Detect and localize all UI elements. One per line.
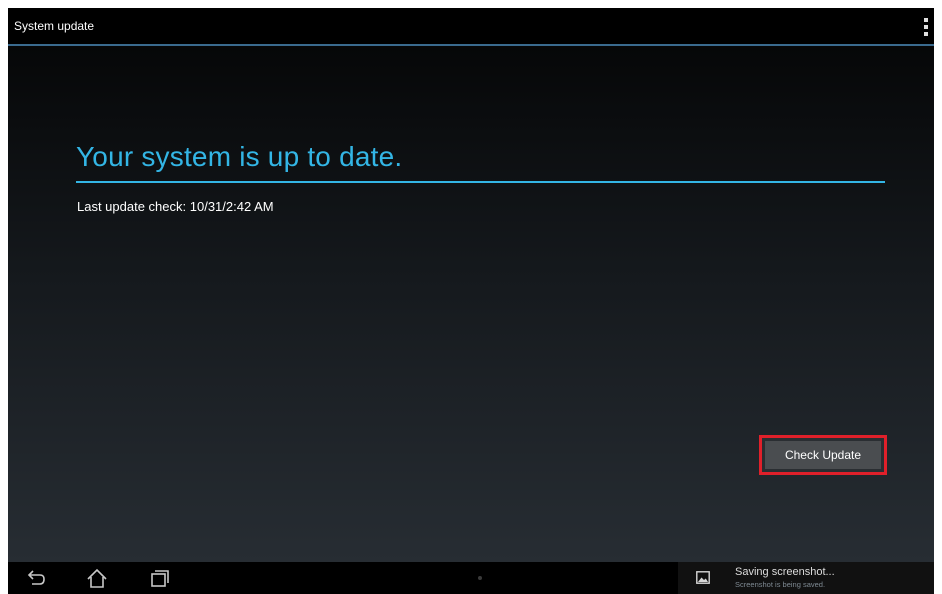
overflow-menu-icon[interactable] (922, 18, 930, 36)
overflow-dot (924, 32, 928, 36)
last-update-check: Last update check: 10/31/2:42 AM (77, 199, 274, 214)
update-content: Your system is up to date. Last update c… (8, 46, 934, 562)
notification-title: Saving screenshot... (735, 566, 835, 578)
screenshot-notification[interactable]: Saving screenshot... Screenshot is being… (678, 562, 934, 594)
system-navigation-bar: Saving screenshot... Screenshot is being… (8, 562, 934, 594)
home-icon[interactable] (84, 567, 110, 589)
check-update-button[interactable]: Check Update (765, 441, 881, 469)
back-icon[interactable] (22, 567, 48, 589)
device-screen: System update Your system is up to date.… (8, 8, 934, 594)
recent-apps-icon[interactable] (146, 567, 172, 589)
headline-divider (76, 181, 885, 183)
image-icon (696, 571, 710, 584)
action-bar-title: System update (14, 19, 95, 33)
nav-center-dot (478, 576, 482, 580)
overflow-dot (924, 18, 928, 22)
notification-subtitle: Screenshot is being saved. (735, 580, 826, 589)
overflow-dot (924, 25, 928, 29)
action-bar: System update (8, 8, 934, 46)
update-status-headline: Your system is up to date. (76, 141, 403, 172)
check-update-highlight: Check Update (759, 435, 887, 475)
